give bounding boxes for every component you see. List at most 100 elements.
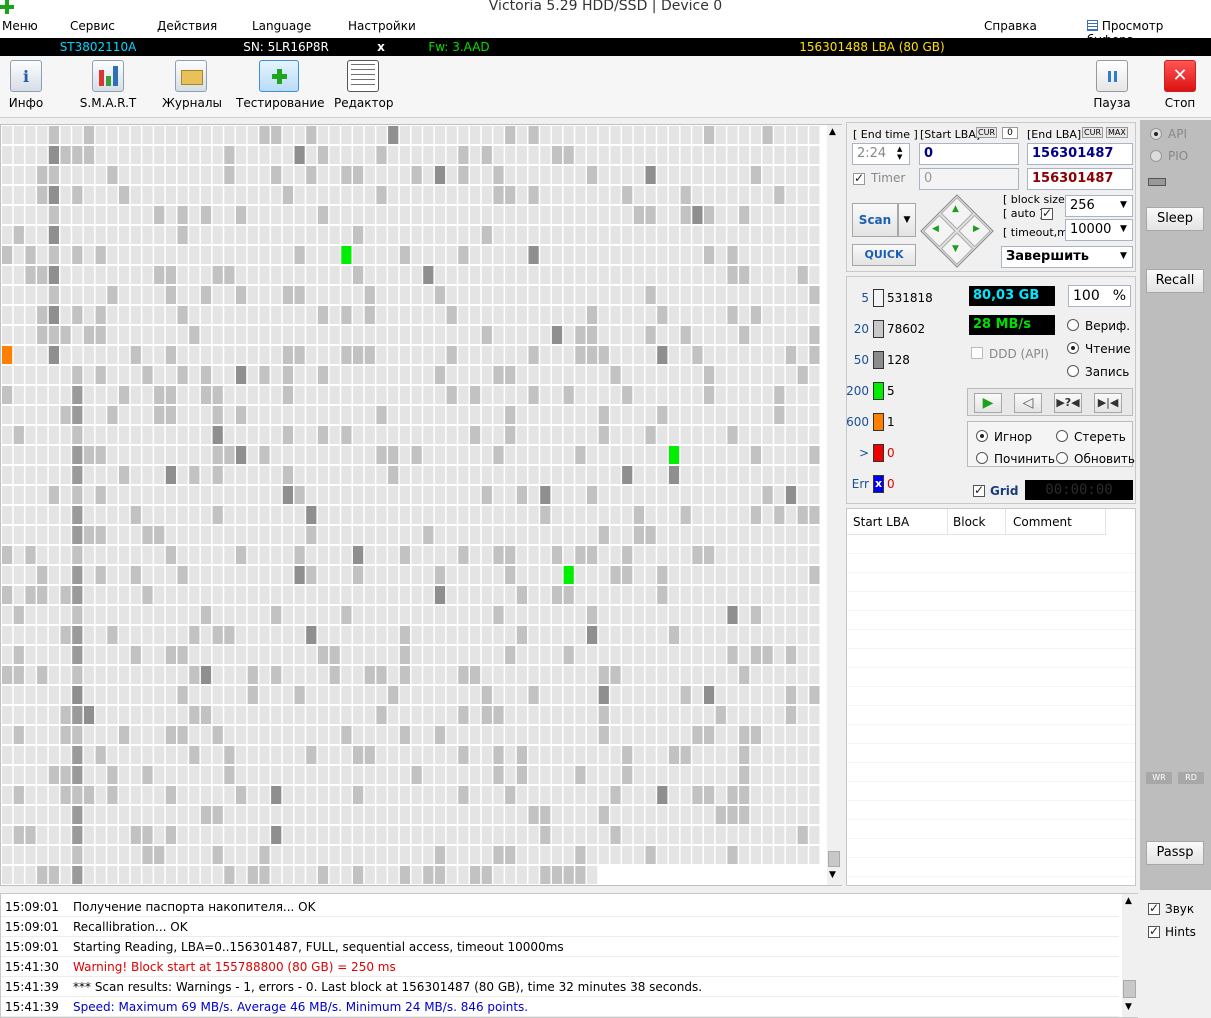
- play-backward-icon[interactable]: ◁: [1014, 393, 1042, 413]
- scan-block: [434, 826, 446, 844]
- scan-block: [189, 126, 200, 144]
- logs-button[interactable]: Журналы: [162, 60, 222, 110]
- scan-block: [645, 206, 656, 224]
- log-scroll-down-icon[interactable]: ▼: [1125, 1002, 1132, 1012]
- hints-checkbox[interactable]: [1148, 924, 1160, 938]
- menu-actions[interactable]: Действия: [157, 19, 217, 33]
- scan-block: [48, 326, 59, 344]
- scan-block: [247, 746, 258, 764]
- scan-block: [341, 666, 352, 684]
- scan-block: [317, 426, 329, 444]
- scan-block: [60, 506, 71, 524]
- scan-block: [668, 806, 680, 824]
- scan-block: [411, 566, 422, 584]
- end-time-spinner-icon[interactable]: ▲ ▼: [897, 145, 902, 161]
- play-forward-icon[interactable]: ▶: [974, 393, 1002, 413]
- mode-read-radio[interactable]: [1067, 342, 1079, 354]
- passp-button[interactable]: Passp: [1146, 841, 1204, 865]
- scan-block: [762, 566, 773, 584]
- menu-service[interactable]: Сервис: [70, 19, 115, 33]
- scan-block: [657, 726, 668, 744]
- column-start-lba[interactable]: Start LBA: [853, 515, 909, 529]
- menu-language[interactable]: Language: [252, 19, 311, 33]
- scan-block: [72, 206, 83, 224]
- scan-block: [154, 806, 165, 824]
- action-erase-radio[interactable]: [1056, 430, 1068, 442]
- random-seek-icon[interactable]: ▶?◀: [1054, 393, 1082, 413]
- scan-block: [83, 206, 95, 224]
- scan-block: [528, 686, 539, 704]
- api-radio[interactable]: [1150, 128, 1162, 140]
- pause-button[interactable]: Пауза: [1090, 60, 1134, 110]
- mode-write-radio[interactable]: [1067, 365, 1079, 377]
- log-scroll-up-icon[interactable]: ▲: [1125, 896, 1132, 906]
- scan-block: [376, 646, 387, 664]
- scan-block: [797, 566, 808, 584]
- menu-main[interactable]: Меню: [2, 19, 38, 33]
- smart-button[interactable]: S.M.A.R.T: [78, 60, 138, 110]
- timer-checkbox[interactable]: [853, 171, 865, 185]
- scan-block: [762, 846, 773, 864]
- auto-block-size-checkbox[interactable]: [1041, 206, 1053, 220]
- scan-block: [306, 626, 317, 644]
- mode-verify-radio[interactable]: [1067, 319, 1079, 331]
- scrollbar-thumb[interactable]: [828, 851, 840, 867]
- close-device-button[interactable]: x: [375, 38, 387, 56]
- scan-block: [95, 746, 106, 764]
- block-size-chevron-icon[interactable]: ▼: [1120, 200, 1127, 210]
- scan-map-scrollbar[interactable]: ▲ ▼: [827, 125, 842, 885]
- scan-block: [692, 426, 703, 444]
- scan-block: [95, 266, 106, 284]
- column-comment[interactable]: Comment: [1013, 515, 1072, 529]
- end-max-button[interactable]: MAX: [1106, 127, 1128, 138]
- scan-block: [189, 526, 200, 544]
- menu-help[interactable]: Справка: [984, 19, 1037, 33]
- scroll-down-arrow-icon[interactable]: ▼: [829, 870, 836, 880]
- editor-button[interactable]: Редактор: [334, 60, 393, 110]
- scan-block: [2, 806, 13, 824]
- quick-button[interactable]: QUICK: [852, 244, 916, 266]
- finish-action-select[interactable]: Завершить: [1001, 246, 1133, 268]
- butterfly-seek-icon[interactable]: ▶|◀: [1094, 393, 1122, 413]
- action-fix-radio[interactable]: [976, 452, 988, 464]
- scan-block: [165, 846, 176, 864]
- finish-action-chevron-icon[interactable]: ▼: [1120, 251, 1127, 261]
- scan-block: [505, 546, 516, 564]
- start-lba-input[interactable]: 0: [919, 143, 1019, 165]
- scan-block: [610, 746, 621, 764]
- testing-button[interactable]: Тестирование: [236, 60, 325, 110]
- scan-block: [177, 406, 188, 424]
- timer-input[interactable]: 0: [919, 168, 1019, 190]
- scroll-up-arrow-icon[interactable]: ▲: [829, 127, 836, 137]
- scan-block: [657, 186, 668, 204]
- sound-checkbox[interactable]: [1148, 901, 1160, 915]
- start-cur-button[interactable]: CUR: [976, 127, 997, 138]
- scan-block: [60, 606, 71, 624]
- scan-dropdown-chevron-icon[interactable]: ▼: [898, 203, 916, 237]
- recall-button[interactable]: Recall: [1146, 269, 1204, 293]
- log-scrollbar[interactable]: ▲ ▼: [1122, 894, 1138, 1017]
- log-scrollbar-thumb[interactable]: [1123, 980, 1136, 998]
- action-ignore-radio[interactable]: [976, 430, 988, 442]
- grid-checkbox[interactable]: [973, 483, 985, 497]
- scan-block: [704, 466, 715, 484]
- action-refresh-radio[interactable]: [1056, 452, 1068, 464]
- scan-block: [423, 766, 434, 784]
- scan-block: [692, 506, 703, 524]
- ddd-api-checkbox[interactable]: [971, 347, 983, 359]
- scan-block: [25, 486, 36, 504]
- scan-block: [306, 186, 317, 204]
- pio-radio[interactable]: [1150, 150, 1162, 162]
- end-lba-input[interactable]: 156301487: [1027, 143, 1133, 165]
- info-button[interactable]: i Инфо: [4, 60, 48, 110]
- scan-block: [563, 546, 574, 564]
- scan-block: [48, 286, 59, 304]
- column-block[interactable]: Block: [953, 515, 985, 529]
- scan-button[interactable]: Scan: [852, 203, 898, 237]
- stop-button[interactable]: ✕ Стоп: [1158, 60, 1202, 110]
- end-cur-button[interactable]: CUR: [1082, 127, 1103, 138]
- sleep-button[interactable]: Sleep: [1146, 207, 1204, 231]
- menu-settings[interactable]: Настройки: [348, 19, 416, 33]
- timeout-chevron-icon[interactable]: ▼: [1120, 224, 1127, 234]
- scan-block: [668, 466, 680, 484]
